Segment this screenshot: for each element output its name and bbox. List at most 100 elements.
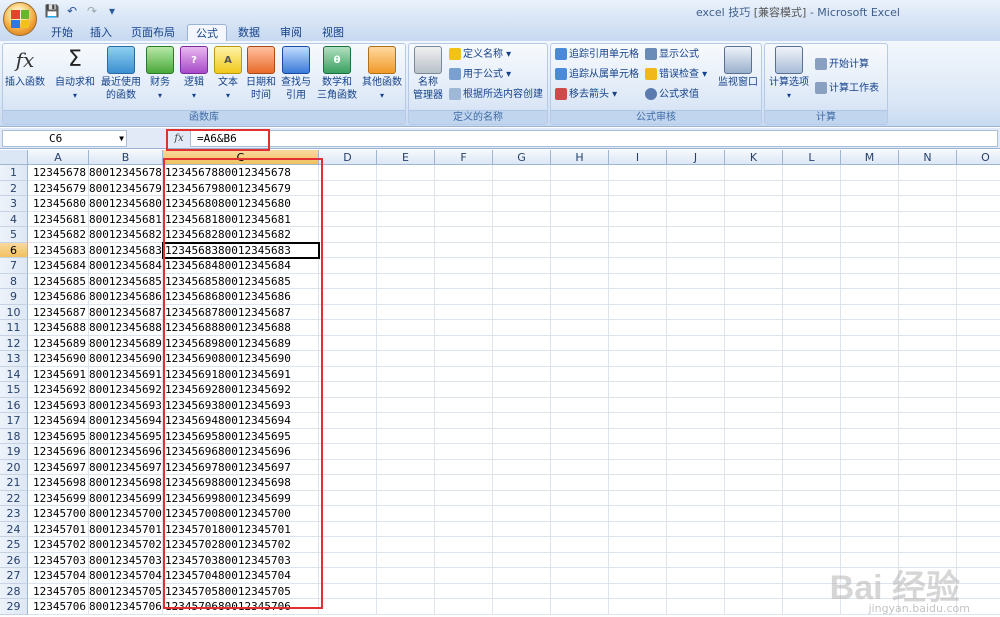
empty-cell[interactable] [377, 273, 435, 289]
empty-cell[interactable] [957, 537, 1000, 553]
empty-cell[interactable] [667, 413, 725, 429]
cell-c28[interactable]: 1234570580012345705 [163, 583, 319, 599]
empty-cell[interactable] [667, 320, 725, 336]
empty-cell[interactable] [377, 165, 435, 181]
empty-cell[interactable] [493, 289, 551, 305]
empty-cell[interactable] [435, 351, 493, 367]
cell-c26[interactable]: 1234570380012345703 [163, 552, 319, 568]
empty-cell[interactable] [319, 304, 377, 320]
empty-cell[interactable] [435, 335, 493, 351]
empty-cell[interactable] [725, 568, 783, 584]
row-header[interactable]: 14 [0, 366, 28, 382]
row-header[interactable]: 4 [0, 211, 28, 227]
cell-a6[interactable]: 12345683 [28, 242, 89, 258]
empty-cell[interactable] [899, 475, 957, 491]
empty-cell[interactable] [493, 211, 551, 227]
empty-cell[interactable] [667, 444, 725, 460]
cell-b8[interactable]: 80012345685 [89, 273, 163, 289]
empty-cell[interactable] [319, 211, 377, 227]
empty-cell[interactable] [725, 366, 783, 382]
cell-b4[interactable]: 80012345681 [89, 211, 163, 227]
select-all-corner[interactable] [0, 150, 28, 165]
cell-b14[interactable]: 80012345691 [89, 366, 163, 382]
cell-a19[interactable]: 12345696 [28, 444, 89, 460]
empty-cell[interactable] [319, 196, 377, 212]
empty-cell[interactable] [319, 382, 377, 398]
empty-cell[interactable] [725, 599, 783, 615]
math-trig-button[interactable]: θ 数学和 三角函数 [315, 46, 359, 102]
cell-a24[interactable]: 12345701 [28, 521, 89, 537]
empty-cell[interactable] [841, 273, 899, 289]
empty-cell[interactable] [957, 227, 1000, 243]
empty-cell[interactable] [783, 320, 841, 336]
empty-cell[interactable] [783, 397, 841, 413]
empty-cell[interactable] [435, 506, 493, 522]
empty-cell[interactable] [899, 289, 957, 305]
row-header[interactable]: 27 [0, 568, 28, 584]
insert-function-button[interactable]: fx 插入函数 [5, 46, 45, 89]
calc-sheet-button[interactable]: 计算工作表 [815, 80, 879, 98]
empty-cell[interactable] [493, 475, 551, 491]
empty-cell[interactable] [725, 397, 783, 413]
empty-cell[interactable] [319, 335, 377, 351]
cell-b19[interactable]: 80012345696 [89, 444, 163, 460]
empty-cell[interactable] [435, 475, 493, 491]
empty-cell[interactable] [551, 444, 609, 460]
empty-cell[interactable] [725, 351, 783, 367]
empty-cell[interactable] [377, 196, 435, 212]
tab-view[interactable]: 视图 [316, 24, 350, 42]
empty-cell[interactable] [725, 196, 783, 212]
tab-data[interactable]: 数据 [232, 24, 266, 42]
empty-cell[interactable] [783, 459, 841, 475]
empty-cell[interactable] [783, 366, 841, 382]
empty-cell[interactable] [319, 397, 377, 413]
empty-cell[interactable] [609, 320, 667, 336]
empty-cell[interactable] [725, 211, 783, 227]
empty-cell[interactable] [609, 382, 667, 398]
cell-a1[interactable]: 12345678 [28, 165, 89, 181]
empty-cell[interactable] [957, 367, 1000, 382]
empty-cell[interactable] [435, 211, 493, 227]
empty-cell[interactable] [551, 413, 609, 429]
empty-cell[interactable] [609, 273, 667, 289]
empty-cell[interactable] [319, 258, 377, 274]
cell-c20[interactable]: 1234569780012345697 [163, 459, 319, 475]
empty-cell[interactable] [551, 506, 609, 522]
remove-arrows-button[interactable]: 移去箭头 ▾ [555, 86, 617, 104]
empty-cell[interactable] [841, 521, 899, 537]
cell-b20[interactable]: 80012345697 [89, 459, 163, 475]
trace-precedents-button[interactable]: 追踪引用单元格 [555, 46, 639, 64]
empty-cell[interactable] [899, 258, 957, 274]
empty-cell[interactable] [435, 304, 493, 320]
cell-a15[interactable]: 12345692 [28, 382, 89, 398]
empty-cell[interactable] [551, 397, 609, 413]
cell-c21[interactable]: 1234569880012345698 [163, 475, 319, 491]
empty-cell[interactable] [783, 537, 841, 553]
empty-cell[interactable] [957, 351, 1000, 367]
empty-cell[interactable] [319, 165, 377, 181]
empty-cell[interactable] [667, 397, 725, 413]
empty-cell[interactable] [319, 475, 377, 491]
empty-cell[interactable] [377, 459, 435, 475]
cell-c22[interactable]: 1234569980012345699 [163, 490, 319, 506]
empty-cell[interactable] [609, 475, 667, 491]
empty-cell[interactable] [493, 227, 551, 243]
worksheet-grid[interactable]: A B C D E F G H I J K L M N O 1 12345678 80012345678 12345… [0, 150, 1000, 617]
empty-cell[interactable] [435, 320, 493, 336]
cell-c4[interactable]: 1234568180012345681 [163, 211, 319, 227]
empty-cell[interactable] [841, 428, 899, 444]
empty-cell[interactable] [899, 227, 957, 243]
empty-cell[interactable] [377, 444, 435, 460]
row-header[interactable]: 5 [0, 227, 28, 243]
cell-c3[interactable]: 1234568080012345680 [163, 196, 319, 212]
empty-cell[interactable] [899, 413, 957, 429]
empty-cell[interactable] [783, 258, 841, 274]
empty-cell[interactable] [957, 274, 1000, 289]
column-header-f[interactable]: F [435, 150, 493, 165]
define-name-button[interactable]: 定义名称 ▾ [449, 46, 511, 64]
cell-c12[interactable]: 1234568980012345689 [163, 335, 319, 351]
empty-cell[interactable] [725, 227, 783, 243]
empty-cell[interactable] [841, 304, 899, 320]
row-header[interactable]: 6 [0, 242, 28, 258]
cell-c23[interactable]: 1234570080012345700 [163, 506, 319, 522]
